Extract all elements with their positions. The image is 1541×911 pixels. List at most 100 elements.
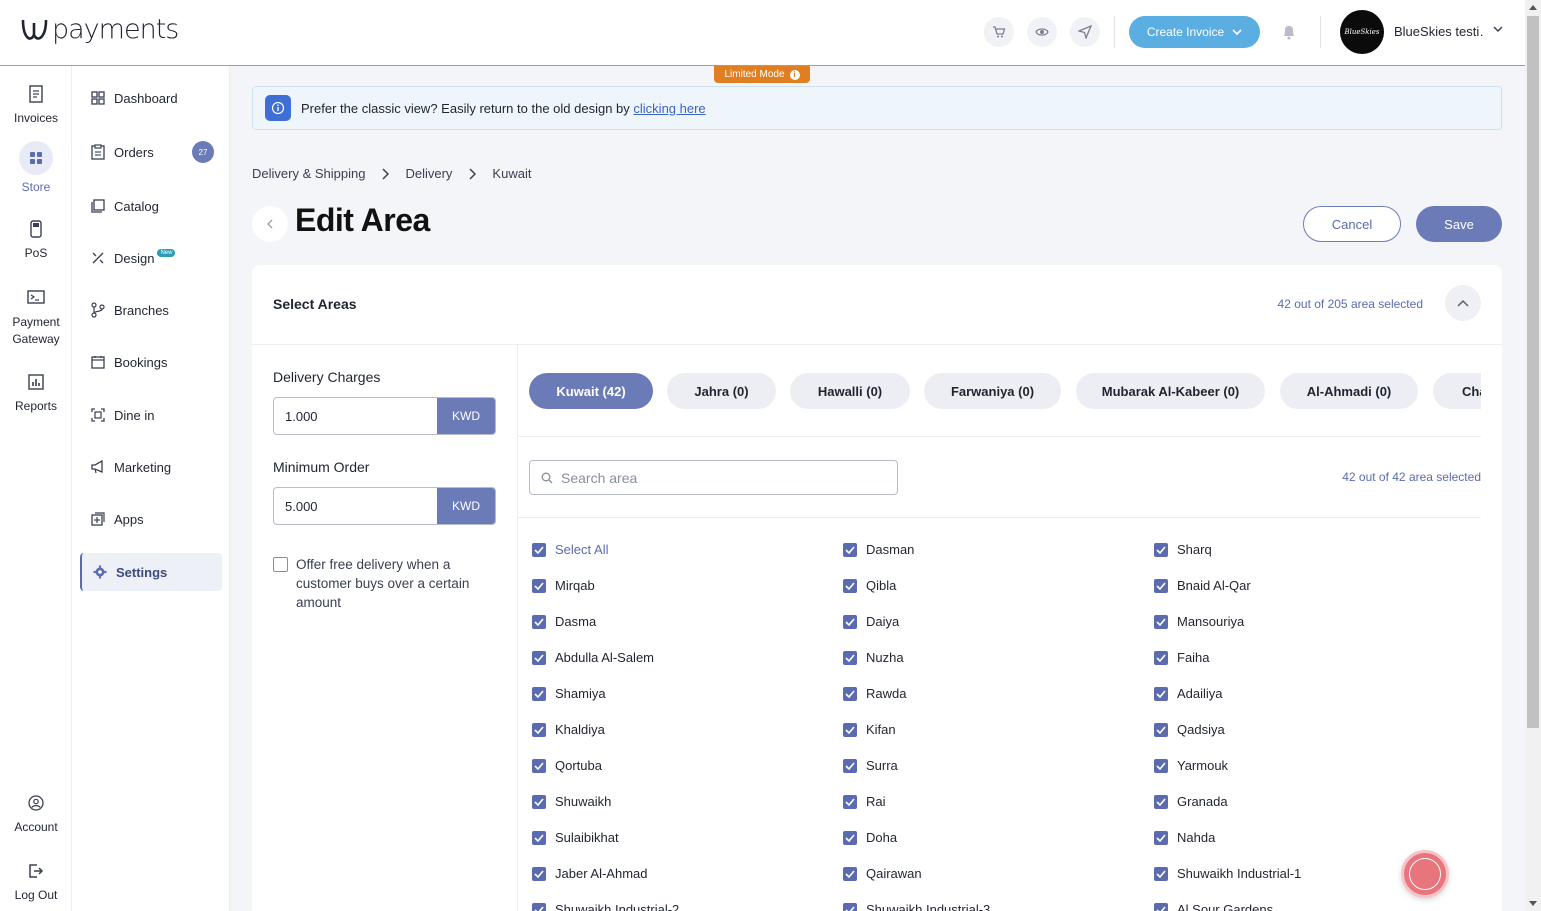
checkbox-checked[interactable] xyxy=(1154,542,1168,557)
delivery-charges-field[interactable]: 1.000 KWD xyxy=(273,397,496,435)
area-option[interactable]: Al Sour Gardens xyxy=(1154,902,1273,911)
menu-item-design[interactable]: Design New xyxy=(80,239,222,277)
tab-partial[interactable]: Cha xyxy=(1433,373,1481,409)
area-option[interactable]: Nuzha xyxy=(843,650,904,665)
breadcrumb-item[interactable]: Delivery & Shipping xyxy=(252,166,365,181)
delivery-charges-input[interactable]: 1.000 xyxy=(274,398,437,434)
menu-item-branches[interactable]: Branches xyxy=(80,291,222,329)
menu-item-dashboard[interactable]: Dashboard xyxy=(80,79,222,117)
menu-item-settings[interactable]: Settings xyxy=(80,553,222,591)
area-option[interactable]: Sharq xyxy=(1154,542,1212,557)
send-icon[interactable] xyxy=(1070,17,1100,47)
tab-hawalli[interactable]: Hawalli (0) xyxy=(790,373,910,409)
cancel-button[interactable]: Cancel xyxy=(1303,206,1401,242)
rail-item-store[interactable]: Store xyxy=(0,140,72,194)
area-option[interactable]: Rai xyxy=(843,794,886,809)
area-option[interactable]: Mansouriya xyxy=(1154,614,1244,629)
scroll-up-arrow[interactable] xyxy=(1529,5,1537,10)
rail-item-invoices[interactable]: Invoices xyxy=(0,81,72,125)
area-option[interactable]: Shuwaikh Industrial-3 xyxy=(843,902,990,911)
checkbox-checked[interactable] xyxy=(843,542,857,557)
area-option[interactable]: Daiya xyxy=(843,614,899,629)
help-chat-button[interactable] xyxy=(1401,850,1449,898)
rail-item-account[interactable]: Account xyxy=(0,790,72,834)
rail-item-logout[interactable]: Log Out xyxy=(0,858,72,902)
tab-farwaniya[interactable]: Farwaniya (0) xyxy=(924,373,1061,409)
checkbox-checked[interactable] xyxy=(1154,650,1168,665)
area-option[interactable]: Shuwaikh Industrial-1 xyxy=(1154,866,1301,881)
checkbox-checked[interactable] xyxy=(532,650,546,665)
checkbox-checked[interactable] xyxy=(843,830,857,845)
checkbox-checked[interactable] xyxy=(1154,794,1168,809)
scroll-thumb[interactable] xyxy=(1527,16,1539,728)
minimum-order-input[interactable]: 5.000 xyxy=(274,488,437,524)
area-option[interactable]: Granada xyxy=(1154,794,1228,809)
checkbox-checked[interactable] xyxy=(843,686,857,701)
checkbox-checked[interactable] xyxy=(532,578,546,593)
checkbox-checked[interactable] xyxy=(532,830,546,845)
cart-icon[interactable] xyxy=(984,17,1014,47)
checkbox-checked[interactable] xyxy=(843,758,857,773)
area-option[interactable]: Rawda xyxy=(843,686,906,701)
tab-jahra[interactable]: Jahra (0) xyxy=(667,373,776,409)
area-option[interactable]: Qadsiya xyxy=(1154,722,1225,737)
free-delivery-option[interactable]: Offer free delivery when a customer buys… xyxy=(273,555,496,612)
area-option[interactable]: Dasman xyxy=(843,542,914,557)
limited-mode-badge[interactable]: Limited Mode i xyxy=(714,66,810,83)
minimum-order-field[interactable]: 5.000 KWD xyxy=(273,487,496,525)
checkbox-checked[interactable] xyxy=(532,866,546,881)
checkbox-checked[interactable] xyxy=(1154,866,1168,881)
checkbox-checked[interactable] xyxy=(1154,614,1168,629)
area-option[interactable]: Nahda xyxy=(1154,830,1215,845)
account-name[interactable]: BlueSkies testi… xyxy=(1394,24,1484,39)
area-option[interactable]: Doha xyxy=(843,830,897,845)
menu-item-marketing[interactable]: Marketing xyxy=(80,448,222,486)
checkbox-checked[interactable] xyxy=(1154,686,1168,701)
checkbox-checked[interactable] xyxy=(843,722,857,737)
rail-item-payment-gateway[interactable]: Payment Gateway xyxy=(0,284,72,348)
area-option[interactable]: Kifan xyxy=(843,722,896,737)
rail-item-pos[interactable]: PoS xyxy=(0,216,72,260)
area-option[interactable]: Jaber Al-Ahmad xyxy=(532,866,648,881)
checkbox-checked[interactable] xyxy=(1154,722,1168,737)
area-option[interactable]: Adailiya xyxy=(1154,686,1223,701)
area-option[interactable]: Faiha xyxy=(1154,650,1210,665)
tab-kuwait[interactable]: Kuwait (42) xyxy=(529,373,653,409)
area-option[interactable]: Surra xyxy=(843,758,898,773)
checkbox-checked[interactable] xyxy=(843,794,857,809)
create-invoice-button[interactable]: Create Invoice xyxy=(1129,16,1260,48)
checkbox-checked[interactable] xyxy=(1154,902,1168,911)
bell-icon[interactable] xyxy=(1274,17,1304,47)
checkbox-checked[interactable] xyxy=(843,866,857,881)
area-option[interactable]: Abdulla Al-Salem xyxy=(532,650,654,665)
area-option[interactable]: Shuwaikh xyxy=(532,794,611,809)
menu-item-bookings[interactable]: Bookings xyxy=(80,343,222,381)
checkbox-checked[interactable] xyxy=(532,686,546,701)
chevron-down-icon[interactable] xyxy=(1492,24,1504,34)
area-option[interactable]: Yarmouk xyxy=(1154,758,1228,773)
back-button[interactable] xyxy=(252,206,288,242)
breadcrumb-item[interactable]: Delivery xyxy=(405,166,452,181)
menu-item-dine-in[interactable]: Dine in xyxy=(80,396,222,434)
rail-item-reports[interactable]: Reports xyxy=(0,369,72,413)
checkbox-checked[interactable] xyxy=(843,902,857,911)
checkbox-checked[interactable] xyxy=(843,578,857,593)
area-option[interactable]: Sulaibikhat xyxy=(532,830,619,845)
area-option[interactable]: Shuwaikh Industrial-2 xyxy=(532,902,679,911)
area-option[interactable]: Qortuba xyxy=(532,758,602,773)
save-button[interactable]: Save xyxy=(1416,206,1502,242)
tab-al-ahmadi[interactable]: Al-Ahmadi (0) xyxy=(1280,373,1418,409)
menu-item-apps[interactable]: Apps xyxy=(80,500,222,538)
logo[interactable]: payments xyxy=(20,14,179,45)
classic-view-link[interactable]: clicking here xyxy=(633,101,705,116)
collapse-button[interactable] xyxy=(1445,285,1481,321)
checkbox-checked[interactable] xyxy=(1154,758,1168,773)
checkbox-checked[interactable] xyxy=(1154,578,1168,593)
area-option[interactable]: Dasma xyxy=(532,614,596,629)
menu-item-catalog[interactable]: Catalog xyxy=(80,187,222,225)
area-option[interactable]: Mirqab xyxy=(532,578,595,593)
checkbox-checked[interactable] xyxy=(843,650,857,665)
avatar[interactable]: BlueSkies xyxy=(1340,10,1384,54)
select-all-option[interactable]: Select All xyxy=(532,542,608,557)
scroll-down-arrow[interactable] xyxy=(1529,901,1537,906)
